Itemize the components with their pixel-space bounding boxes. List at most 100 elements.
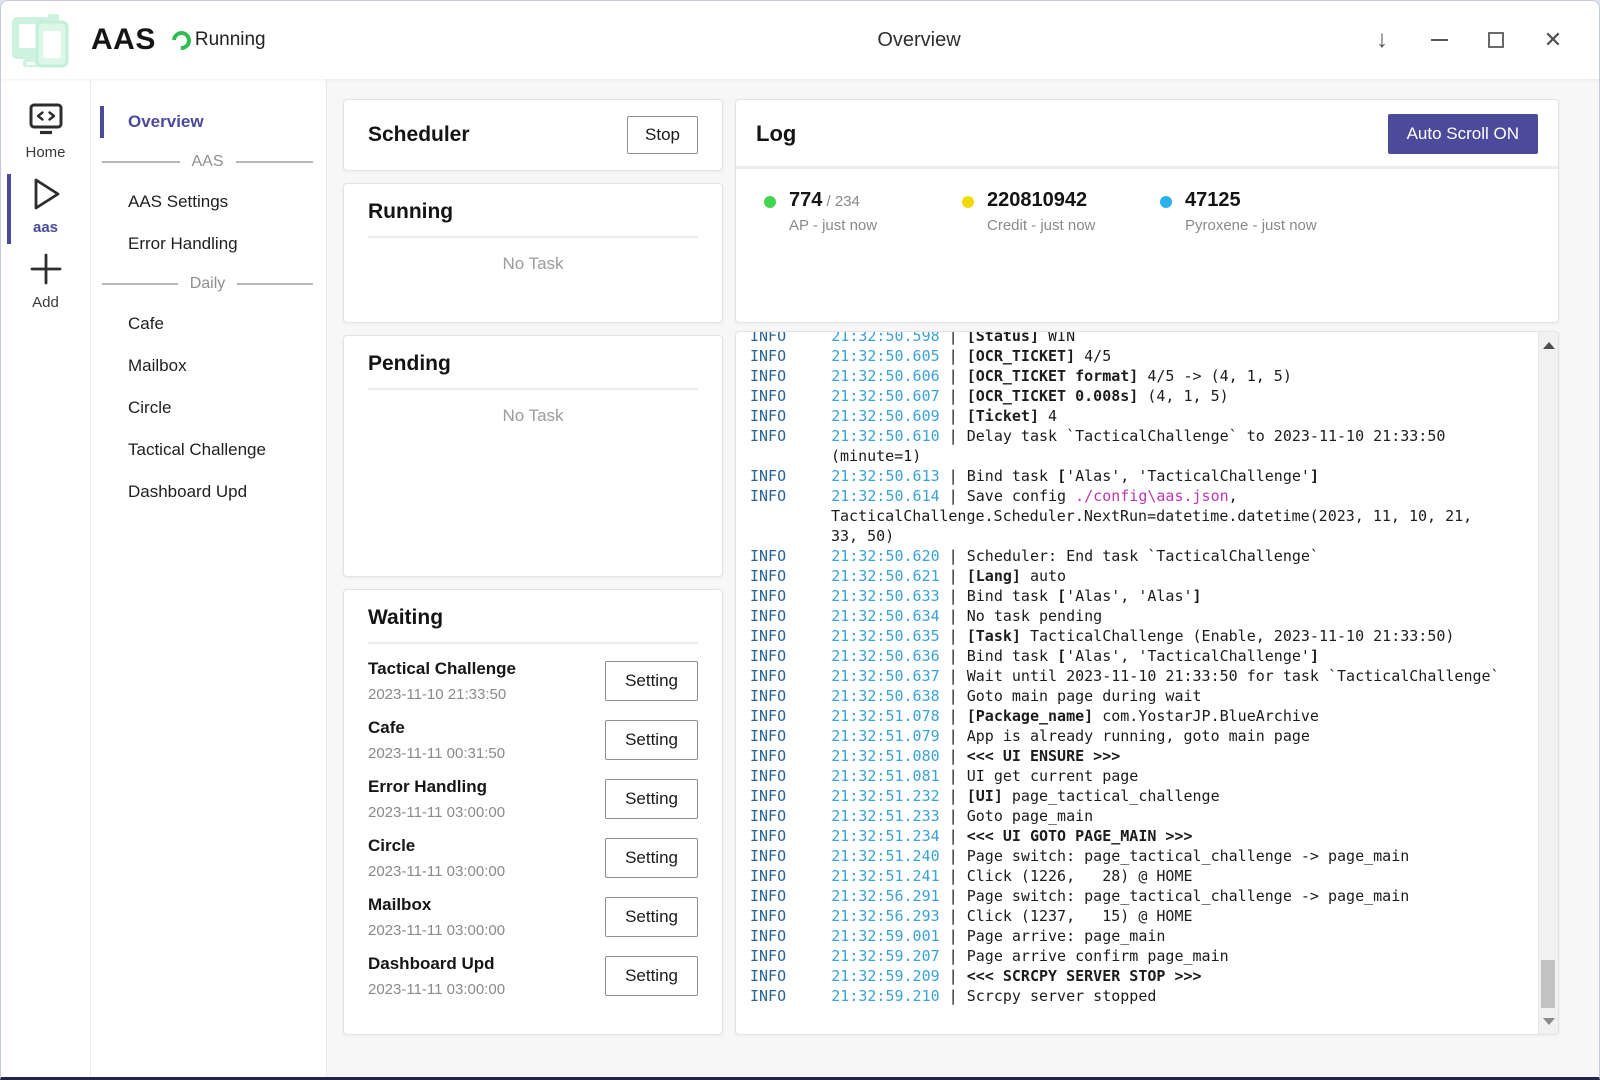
- log-level: INFO: [750, 927, 831, 945]
- code-monitor-icon: [28, 101, 64, 137]
- log-separator: |: [940, 427, 967, 445]
- scheduler-status-label: Running: [195, 29, 266, 51]
- log-message-segment: Goto main page during wait: [967, 687, 1202, 705]
- log-separator: |: [940, 607, 967, 625]
- log-message-segment: [: [1057, 587, 1066, 605]
- stat-value: 774 / 234: [789, 189, 877, 212]
- log-timestamp: 21:32:51.079: [831, 727, 939, 745]
- waiting-task-name: Tactical Challenge: [368, 659, 516, 679]
- log-level: INFO: [750, 827, 831, 845]
- log-separator: |: [940, 747, 967, 765]
- sidebar-item-cafe[interactable]: Cafe: [91, 303, 326, 345]
- log-message-segment: [Status]: [967, 331, 1039, 345]
- sidebar-group-label: Daily: [190, 275, 226, 293]
- minimize-icon[interactable]: [1427, 28, 1451, 52]
- stat-label: Pyroxene - just now: [1185, 217, 1317, 234]
- log-timestamp: 21:32:50.610: [831, 427, 939, 445]
- log-line: INFO 21:32:50.605 | [OCR_TICKET] 4/5: [750, 346, 1534, 366]
- log-title: Log: [756, 121, 796, 147]
- setting-button[interactable]: Setting: [605, 779, 698, 819]
- log-message-segment: com.YostarJP.BlueArchive: [1093, 707, 1319, 725]
- maximize-icon[interactable]: [1484, 28, 1508, 52]
- log-output-card: INFO 21:32:50.598 | [Status] WININFO 21:…: [735, 331, 1559, 1035]
- log-separator: |: [940, 487, 967, 505]
- rail-item-home[interactable]: Home: [1, 101, 90, 175]
- log-timestamp: 21:32:59.210: [831, 987, 939, 1005]
- setting-button[interactable]: Setting: [605, 661, 698, 701]
- stat-value: 47125: [1185, 189, 1317, 212]
- log-timestamp: 21:32:50.620: [831, 547, 939, 565]
- stat-value: 220810942: [987, 189, 1095, 212]
- scroll-down-icon[interactable]: [1539, 1010, 1558, 1032]
- log-message-segment: auto: [1021, 567, 1066, 585]
- log-message-segment: Scrcpy server stopped: [967, 987, 1157, 1005]
- main-content: Scheduler Stop Running No Task Pending N…: [327, 79, 1599, 1077]
- log-scrollbar[interactable]: [1538, 332, 1558, 1034]
- sidebar-item-overview[interactable]: Overview: [91, 105, 326, 139]
- scroll-up-icon[interactable]: [1539, 334, 1558, 356]
- resource-stats: 774 / 234AP - just now220810942Credit - …: [756, 189, 1538, 234]
- sidebar-item-circle[interactable]: Circle: [91, 387, 326, 429]
- sidebar-item-tactical-challenge[interactable]: Tactical Challenge: [91, 429, 326, 471]
- log-separator: |: [940, 827, 967, 845]
- sidebar-item-aas-settings[interactable]: AAS Settings: [91, 181, 326, 223]
- log-level: INFO: [750, 907, 831, 925]
- setting-button[interactable]: Setting: [605, 897, 698, 937]
- rail-item-label: Add: [32, 294, 59, 311]
- log-level: INFO: [750, 887, 831, 905]
- close-icon[interactable]: ✕: [1541, 28, 1565, 52]
- app-window: AAS Running Overview ↓ ✕ HomeaasAdd Over…: [0, 0, 1600, 1080]
- divider: [368, 236, 698, 238]
- rail-item-add[interactable]: Add: [1, 251, 90, 325]
- stat-text: 220810942Credit - just now: [987, 189, 1095, 234]
- log-line: INFO 21:32:51.233 | Goto page_main: [750, 806, 1534, 826]
- log-line: INFO 21:32:50.634 | No task pending: [750, 606, 1534, 626]
- log-timestamp: 21:32:59.001: [831, 927, 939, 945]
- log-message-segment: 'Alas', 'TacticalChallenge': [1066, 647, 1310, 665]
- log-message-segment: No task pending: [967, 607, 1102, 625]
- sidebar-item-error-handling[interactable]: Error Handling: [91, 223, 326, 265]
- log-separator: |: [940, 647, 967, 665]
- log-timestamp: 21:32:51.232: [831, 787, 939, 805]
- log-separator: |: [940, 331, 967, 345]
- scrollbar-thumb[interactable]: [1541, 960, 1555, 1008]
- log-timestamp: 21:32:50.606: [831, 367, 939, 385]
- setting-button[interactable]: Setting: [605, 720, 698, 760]
- log-level: INFO: [750, 987, 831, 1005]
- rail-item-aas[interactable]: aas: [1, 176, 90, 250]
- log-lines: INFO 21:32:50.598 | [Status] WININFO 21:…: [750, 331, 1534, 1006]
- stat-total: / 234: [822, 193, 860, 210]
- setting-button[interactable]: Setting: [605, 956, 698, 996]
- waiting-task-info: Cafe2023-11-11 00:31:50: [368, 718, 505, 762]
- log-message-segment: Bind task: [967, 467, 1057, 485]
- sidebar-item-dashboard-upd[interactable]: Dashboard Upd: [91, 471, 326, 513]
- log-separator: |: [940, 867, 967, 885]
- stop-button[interactable]: Stop: [627, 116, 698, 154]
- log-message-segment: [Package_name]: [967, 707, 1093, 725]
- log-message-segment: ./config\aas.json: [1075, 487, 1229, 505]
- rail-item-label: Home: [25, 144, 65, 161]
- log-line: INFO 21:32:51.234 | <<< UI GOTO PAGE_MAI…: [750, 826, 1534, 846]
- log-line: INFO 21:32:50.635 | [Task] TacticalChall…: [750, 626, 1534, 646]
- log-line: INFO 21:32:56.291 | Page switch: page_ta…: [750, 886, 1534, 906]
- waiting-task-info: Dashboard Upd2023-11-11 03:00:00: [368, 954, 505, 998]
- log-level: INFO: [750, 847, 831, 865]
- log-separator: |: [940, 887, 967, 905]
- scheduler-title: Scheduler: [368, 123, 470, 147]
- waiting-task-name: Circle: [368, 836, 505, 856]
- log-message-segment: ]: [1310, 647, 1319, 665]
- sidebar-item-mailbox[interactable]: Mailbox: [91, 345, 326, 387]
- log-separator: |: [940, 387, 967, 405]
- log-message-segment: <<< UI GOTO PAGE_MAIN >>>: [967, 827, 1193, 845]
- log-message-segment: Bind task: [967, 587, 1057, 605]
- download-update-icon[interactable]: ↓: [1370, 28, 1394, 52]
- log-separator: |: [940, 367, 967, 385]
- log-level: INFO: [750, 407, 831, 425]
- setting-button[interactable]: Setting: [605, 838, 698, 878]
- log-timestamp: 21:32:51.080: [831, 747, 939, 765]
- auto-scroll-button[interactable]: Auto Scroll ON: [1388, 114, 1538, 154]
- log-level: INFO: [750, 727, 831, 745]
- window-controls: ↓ ✕: [1370, 1, 1565, 79]
- running-spinner-icon: [168, 27, 195, 54]
- divider: [736, 166, 1558, 169]
